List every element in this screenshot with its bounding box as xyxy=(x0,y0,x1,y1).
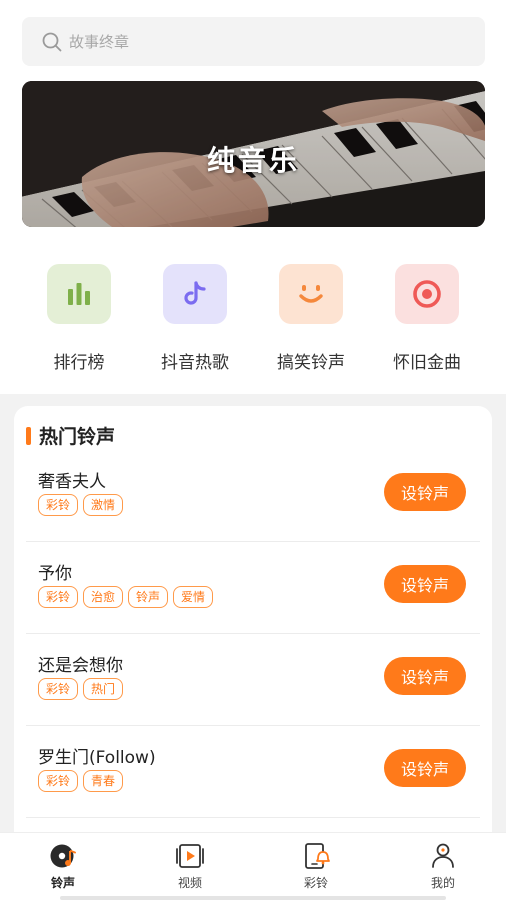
home-indicator xyxy=(60,896,446,900)
bottom-tab-bar: 铃声 视频 彩铃 我的 xyxy=(0,832,506,900)
category-label: 排行榜 xyxy=(53,353,105,373)
tab-ringtone[interactable]: 铃声 xyxy=(23,841,103,891)
tag: 彩铃 xyxy=(38,678,79,700)
set-ringtone-button[interactable]: 设铃声 xyxy=(384,749,466,787)
song-row[interactable]: 罗生门(Follow) 彩铃 青春 设铃声 xyxy=(26,726,480,818)
phone-bell-icon xyxy=(305,843,330,869)
tag: 彩铃 xyxy=(38,494,79,516)
video-play-icon xyxy=(176,844,204,868)
bar-chart-icon xyxy=(47,264,111,324)
set-ringtone-button[interactable]: 设铃声 xyxy=(384,657,466,695)
song-row[interactable]: 予你 彩铃 治愈 铃声 爱情 设铃声 xyxy=(26,542,480,634)
tiktok-note-icon xyxy=(163,264,227,324)
search-icon xyxy=(42,32,62,51)
accent-bar xyxy=(26,426,31,445)
song-title: 予你 xyxy=(38,564,72,584)
category-douyin[interactable]: 抖音热歌 xyxy=(145,264,245,373)
tab-label: 铃声 xyxy=(50,876,75,890)
song-title: 罗生门(Follow) xyxy=(38,748,156,768)
tab-label: 我的 xyxy=(430,876,455,890)
category-classic[interactable]: 怀旧金曲 xyxy=(377,264,477,373)
category-label: 怀旧金曲 xyxy=(393,353,461,373)
tab-mine[interactable]: 我的 xyxy=(403,841,483,891)
song-row[interactable]: 奢香夫人 彩铃 激情 设铃声 xyxy=(26,450,480,542)
tag: 彩铃 xyxy=(38,586,79,608)
tag: 铃声 xyxy=(128,586,169,608)
set-ringtone-button[interactable]: 设铃声 xyxy=(384,473,466,511)
section-header: 热门铃声 xyxy=(26,422,115,449)
tag-list: 彩铃 热门 xyxy=(38,678,128,700)
top-section: 纯音乐 排行榜 抖音热歌 xyxy=(0,0,506,394)
category-ranking[interactable]: 排行榜 xyxy=(29,264,129,373)
ringtone-disc-icon xyxy=(50,844,76,868)
category-grid: 排行榜 抖音热歌 搞笑铃声 怀旧金曲 xyxy=(22,264,485,374)
tag-list: 彩铃 青春 xyxy=(38,770,128,792)
tag: 激情 xyxy=(83,494,124,516)
section-title: 热门铃声 xyxy=(39,426,116,448)
tab-label: 视频 xyxy=(177,876,202,890)
tag-list: 彩铃 激情 xyxy=(38,494,128,516)
category-label: 搞笑铃声 xyxy=(277,353,345,373)
tab-video[interactable]: 视频 xyxy=(150,841,230,891)
banner-pure-music[interactable]: 纯音乐 xyxy=(22,81,485,227)
song-row[interactable]: 还是会想你 彩铃 热门 设铃声 xyxy=(26,634,480,726)
smile-icon xyxy=(279,264,343,324)
song-title: 奢香夫人 xyxy=(38,472,106,492)
hot-ringtones-card: 热门铃声 奢香夫人 彩铃 激情 设铃声 予你 彩铃 治愈 铃声 爱情 设铃声 还… xyxy=(14,406,492,836)
category-label: 抖音热歌 xyxy=(161,353,229,373)
target-icon xyxy=(395,264,459,324)
tab-label: 彩铃 xyxy=(303,876,328,890)
tab-color-ring[interactable]: 彩铃 xyxy=(276,841,356,891)
tag: 青春 xyxy=(83,770,124,792)
search-bar[interactable] xyxy=(22,17,485,66)
tag-list: 彩铃 治愈 铃声 爱情 xyxy=(38,586,218,608)
category-funny[interactable]: 搞笑铃声 xyxy=(261,264,361,373)
set-ringtone-button[interactable]: 设铃声 xyxy=(384,565,466,603)
tag: 治愈 xyxy=(83,586,124,608)
tag: 爱情 xyxy=(173,586,214,608)
search-input[interactable] xyxy=(69,32,449,51)
song-title: 还是会想你 xyxy=(38,656,123,676)
user-icon xyxy=(432,843,454,868)
tag: 彩铃 xyxy=(38,770,79,792)
tag: 热门 xyxy=(83,678,124,700)
banner-title: 纯音乐 xyxy=(206,144,300,177)
